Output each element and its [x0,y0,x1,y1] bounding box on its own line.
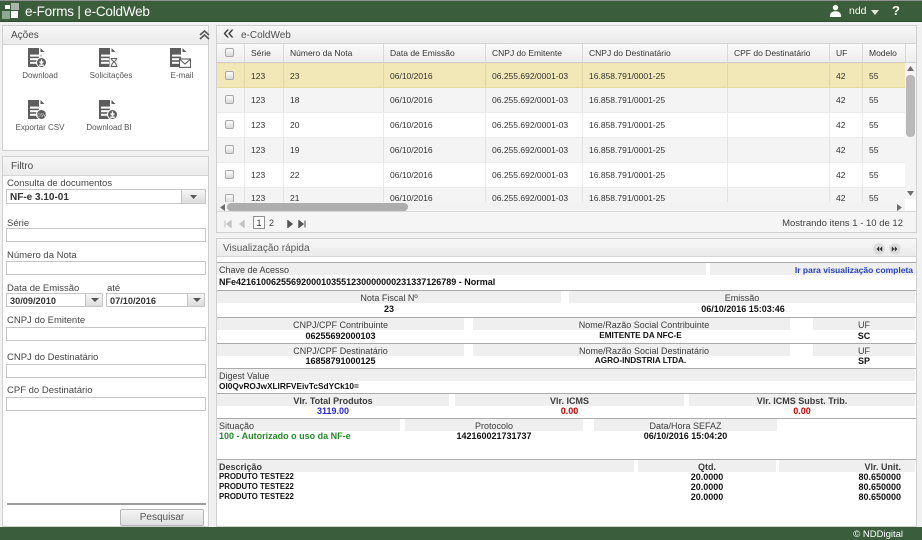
svg-text:CSV: CSV [37,112,46,117]
